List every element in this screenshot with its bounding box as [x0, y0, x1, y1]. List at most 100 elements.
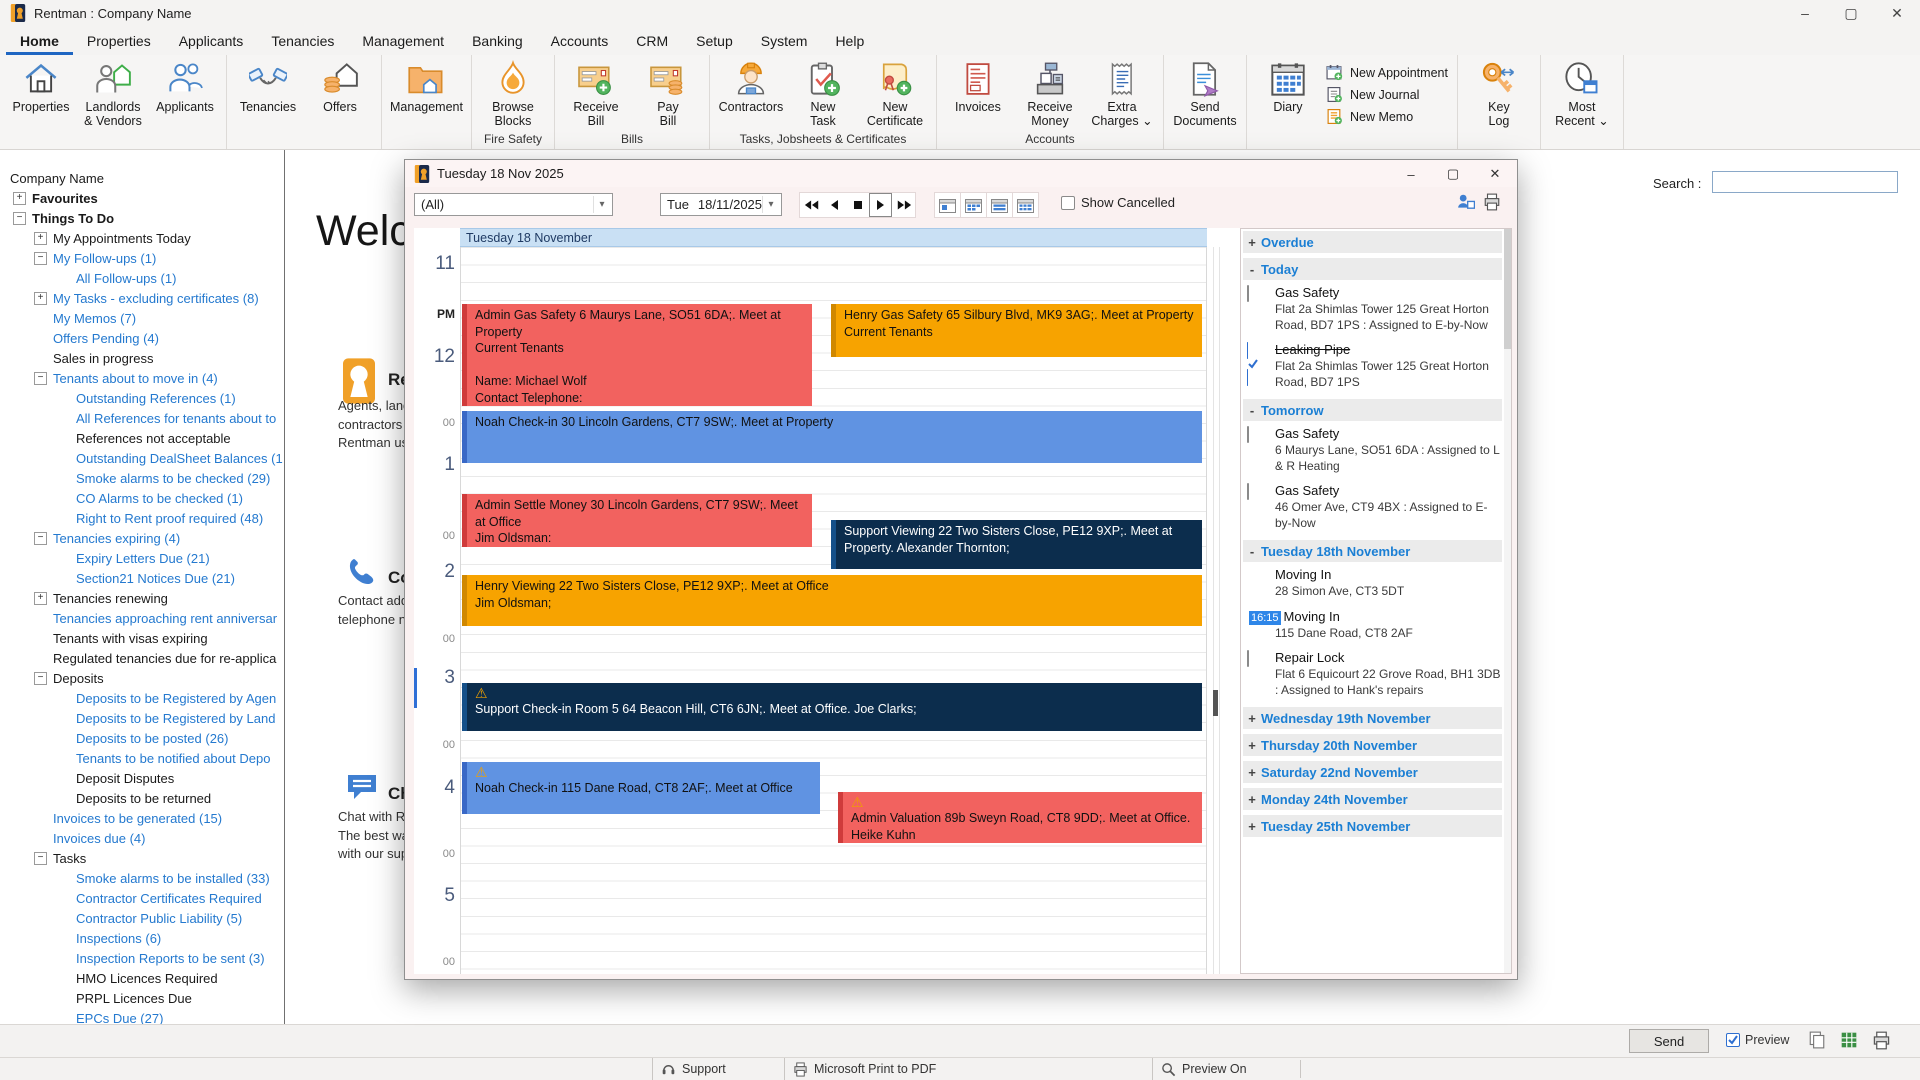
expand-icon[interactable]: +	[1243, 711, 1261, 726]
minimize-icon[interactable]: –	[1782, 0, 1828, 26]
calendar-grid[interactable]: Admin Gas Safety 6 Maurys Lane, SO51 6DA…	[460, 247, 1207, 974]
menu-item-setup[interactable]: Setup	[682, 29, 747, 55]
skip-backward-icon[interactable]	[800, 193, 823, 217]
sidebar-item[interactable]: Tenants to be notified about Depo	[0, 748, 285, 768]
stop-icon[interactable]	[846, 193, 869, 217]
sidebar-item[interactable]: Deposits to be Registered by Agen	[0, 688, 285, 708]
dialog-maximize-icon[interactable]: ▢	[1432, 161, 1474, 187]
sidebar-item[interactable]: Smoke alarms to be installed (33)	[0, 868, 285, 888]
sidebar-item[interactable]: +Tenancies renewing	[0, 588, 285, 608]
sidebar-item[interactable]: −Things To Do	[0, 208, 285, 228]
ribbon-button-tenancies[interactable]: Tenancies	[232, 58, 304, 114]
sidebar-item[interactable]: Company Name	[0, 168, 285, 188]
sidebar-item[interactable]: HMO Licences Required	[0, 968, 285, 988]
agenda-item[interactable]: Repair LockFlat 6 Equicourt 22 Grove Roa…	[1243, 650, 1502, 698]
sidebar-item[interactable]: Outstanding References (1)	[0, 388, 285, 408]
agenda-section-header[interactable]: +Thursday 20th November	[1243, 734, 1502, 756]
sidebar-item[interactable]: +My Tasks - excluding certificates (8)	[0, 288, 285, 308]
menu-item-banking[interactable]: Banking	[458, 29, 537, 55]
sidebar-item[interactable]: Outstanding DealSheet Balances (1	[0, 448, 285, 468]
sidebar-item[interactable]: Inspection Reports to be sent (3)	[0, 948, 285, 968]
collapse-icon[interactable]: −	[34, 852, 47, 865]
print-icon[interactable]	[1870, 1029, 1892, 1051]
sidebar-item[interactable]: Contractor Certificates Required	[0, 888, 285, 908]
sidebar-item[interactable]: Section21 Notices Due (21)	[0, 568, 285, 588]
unchecked-checkbox[interactable]	[1247, 483, 1249, 500]
export-spreadsheet-icon[interactable]	[1838, 1029, 1860, 1051]
ribbon-button-invoices[interactable]: Invoices	[942, 58, 1014, 114]
step-backward-icon[interactable]	[823, 193, 846, 217]
expand-icon[interactable]: +	[13, 192, 26, 205]
skip-forward-icon[interactable]	[892, 193, 915, 217]
statusbar-item-microsoft-print-to-pdf[interactable]: Microsoft Print to PDF	[784, 1058, 1158, 1080]
ribbon-button-new-memo[interactable]: New Memo	[1326, 108, 1448, 125]
sidebar-item[interactable]: −Tenants about to move in (4)	[0, 368, 285, 388]
agenda-section-header[interactable]: +Monday 24th November	[1243, 788, 1502, 810]
copy-document-icon[interactable]	[1806, 1029, 1828, 1051]
calendar-event[interactable]: Admin Settle Money 30 Lincoln Gardens, C…	[462, 494, 812, 547]
collapse-icon[interactable]: -	[1243, 262, 1261, 277]
statusbar-item-preview-on[interactable]: Preview On	[1152, 1058, 1306, 1080]
statusbar-item-support[interactable]: Support	[652, 1058, 791, 1080]
agenda-section-header[interactable]: -Today	[1243, 258, 1502, 280]
collapse-icon[interactable]: −	[34, 672, 47, 685]
sidebar-item[interactable]: Offers Pending (4)	[0, 328, 285, 348]
menu-item-properties[interactable]: Properties	[73, 29, 165, 55]
dialog-close-icon[interactable]: ✕	[1474, 161, 1516, 187]
sidebar-item[interactable]: Smoke alarms to be checked (29)	[0, 468, 285, 488]
menu-item-crm[interactable]: CRM	[622, 29, 682, 55]
menu-item-applicants[interactable]: Applicants	[165, 29, 258, 55]
agenda-section-header[interactable]: +Wednesday 19th November	[1243, 707, 1502, 729]
ribbon-button-receive[interactable]: Receive Money	[1014, 58, 1086, 129]
week-view-icon[interactable]	[986, 192, 1013, 218]
sidebar-item[interactable]: Deposits to be posted (26)	[0, 728, 285, 748]
ribbon-button-new-journal[interactable]: New Journal	[1326, 86, 1448, 103]
month-view-icon[interactable]	[1012, 192, 1039, 218]
sidebar-item[interactable]: Deposits to be Registered by Land	[0, 708, 285, 728]
sidebar-item[interactable]: Tenants with visas expiring	[0, 628, 285, 648]
calendar-scrollbar-thumb[interactable]	[1213, 690, 1218, 716]
sidebar-item[interactable]: Expiry Letters Due (21)	[0, 548, 285, 568]
sidebar-item[interactable]: Inspections (6)	[0, 928, 285, 948]
ribbon-button-extra[interactable]: Extra Charges ⌄	[1086, 58, 1158, 129]
expand-icon[interactable]: +	[34, 592, 47, 605]
calendar-scrollbar[interactable]	[1213, 247, 1220, 974]
step-forward-icon[interactable]	[869, 193, 892, 217]
print-icon[interactable]	[1483, 193, 1501, 211]
sidebar-item[interactable]: All Follow-ups (1)	[0, 268, 285, 288]
unchecked-checkbox[interactable]	[1247, 285, 1249, 302]
ribbon-button-pay[interactable]: Pay Bill	[632, 58, 704, 129]
sidebar-item[interactable]: +My Appointments Today	[0, 228, 285, 248]
sidebar-item[interactable]: −My Follow-ups (1)	[0, 248, 285, 268]
sidebar-item[interactable]: −Deposits	[0, 668, 285, 688]
date-picker[interactable]: Tue 18/11/2025 ▾	[660, 193, 782, 216]
calendar-event[interactable]: Henry Viewing 22 Two Sisters Close, PE12…	[462, 575, 1202, 626]
menu-item-management[interactable]: Management	[348, 29, 458, 55]
collapse-icon[interactable]: -	[1243, 403, 1261, 418]
send-button[interactable]: Send	[1629, 1029, 1709, 1053]
preview-checkbox[interactable]	[1726, 1033, 1740, 1047]
agenda-section-header[interactable]: -Tuesday 18th November	[1243, 540, 1502, 562]
collapse-icon[interactable]: -	[1243, 544, 1261, 559]
ribbon-button-new-appointment[interactable]: New Appointment	[1326, 64, 1448, 81]
calendar-event[interactable]: ⚠Admin Valuation 89b Sweyn Road, CT8 9DD…	[838, 792, 1202, 843]
search-input[interactable]	[1712, 171, 1898, 193]
expand-icon[interactable]: +	[34, 232, 47, 245]
sidebar-item[interactable]: −Tasks	[0, 848, 285, 868]
calendar-event[interactable]: Noah Check-in 30 Lincoln Gardens, CT7 9S…	[462, 411, 1202, 463]
calendar-event[interactable]: Support Viewing 22 Two Sisters Close, PE…	[831, 520, 1202, 569]
day-view-icon[interactable]	[934, 192, 961, 218]
collapse-icon[interactable]: −	[34, 372, 47, 385]
checked-checkbox[interactable]	[1247, 342, 1275, 386]
sidebar-item[interactable]: References not acceptable	[0, 428, 285, 448]
expand-icon[interactable]: +	[1243, 235, 1261, 250]
agenda-item[interactable]: Gas Safety6 Maurys Lane, SO51 6DA : Assi…	[1243, 426, 1502, 474]
ribbon-button-new[interactable]: New Certificate	[859, 58, 931, 129]
sidebar-item[interactable]: Deposit Disputes	[0, 768, 285, 788]
ribbon-button-contractors[interactable]: Contractors	[715, 58, 787, 114]
sidebar-item[interactable]: Sales in progress	[0, 348, 285, 368]
expand-icon[interactable]: +	[1243, 792, 1261, 807]
agenda-section-header[interactable]: +Overdue	[1243, 231, 1502, 253]
ribbon-button-browse[interactable]: Browse Blocks	[477, 58, 549, 129]
ribbon-button-management[interactable]: Management	[387, 58, 466, 114]
